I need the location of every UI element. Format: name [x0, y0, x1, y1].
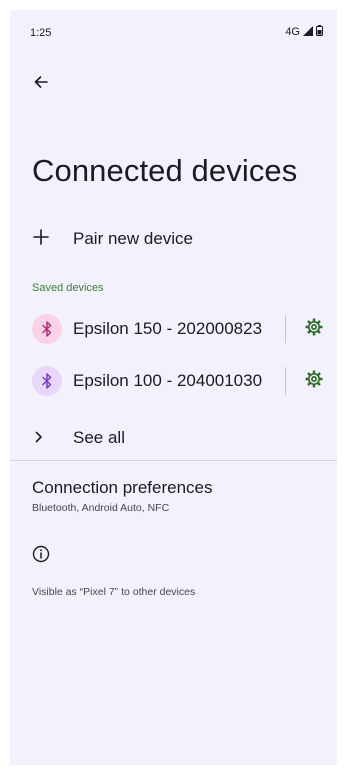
visibility-info-text: Visible as “Pixel 7” to other devices	[32, 586, 196, 598]
saved-device-row[interactable]: Epsilon 100 - 204001030	[10, 359, 337, 405]
section-divider	[10, 460, 337, 461]
gear-icon	[304, 317, 324, 342]
status-bar: 1:25 4G	[10, 10, 337, 52]
connection-preferences-subtitle: Bluetooth, Android Auto, NFC	[32, 502, 170, 514]
status-icons: 4G	[285, 25, 323, 39]
divider	[285, 367, 286, 395]
signal-icon	[303, 25, 313, 39]
info-icon	[32, 545, 50, 568]
saved-device-row[interactable]: Epsilon 150 - 202000823	[10, 307, 337, 353]
plus-icon	[32, 228, 50, 251]
bluetooth-icon	[32, 366, 62, 396]
arrow-left-icon	[33, 74, 49, 95]
see-all-button[interactable]: See all	[10, 414, 337, 458]
connection-preferences-title: Connection preferences	[32, 478, 213, 497]
settings-screen: 1:25 4G Connected devices Pair new devic…	[10, 10, 337, 765]
status-time: 1:25	[30, 27, 52, 39]
pair-new-device-label: Pair new device	[73, 229, 194, 248]
pair-new-device-button[interactable]: Pair new device	[10, 216, 337, 260]
gear-icon	[304, 369, 324, 394]
see-all-label: See all	[73, 428, 125, 447]
page-title: Connected devices	[32, 153, 298, 188]
device-name: Epsilon 150 - 202000823	[73, 319, 263, 338]
device-settings-button[interactable]	[303, 318, 325, 340]
network-type: 4G	[285, 26, 300, 38]
saved-devices-header: Saved devices	[32, 282, 104, 294]
divider	[285, 315, 286, 343]
battery-icon	[316, 25, 323, 39]
back-button[interactable]	[27, 70, 55, 98]
chevron-right-icon	[34, 430, 44, 448]
device-settings-button[interactable]	[303, 370, 325, 392]
bluetooth-icon	[32, 314, 62, 344]
device-name: Epsilon 100 - 204001030	[73, 371, 263, 390]
